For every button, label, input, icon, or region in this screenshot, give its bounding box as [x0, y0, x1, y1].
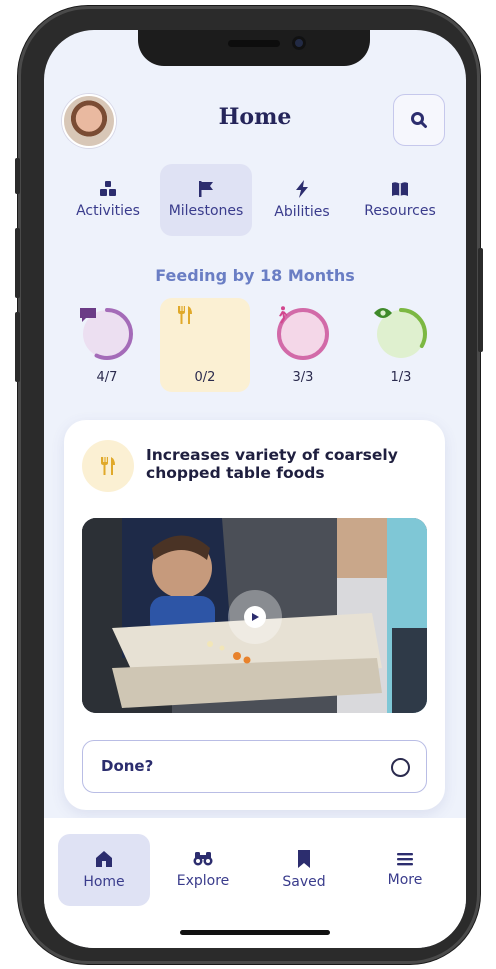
- nav-saved[interactable]: Saved: [258, 834, 350, 906]
- activities-icon: [100, 181, 116, 196]
- tab-milestones[interactable]: Milestones: [160, 164, 252, 236]
- progress-count: 3/3: [292, 370, 314, 385]
- tab-label: Abilities: [274, 204, 330, 220]
- tab-label: Milestones: [168, 203, 244, 219]
- search-button[interactable]: [393, 94, 445, 146]
- phone-side-button: [15, 312, 20, 382]
- front-camera: [292, 36, 306, 50]
- menu-icon: [397, 853, 413, 866]
- progress-count: 4/7: [96, 370, 118, 385]
- progress-count: 1/3: [390, 370, 412, 385]
- page-title: Home: [218, 104, 292, 130]
- nav-explore[interactable]: Explore: [157, 834, 249, 906]
- search-icon: [411, 112, 427, 128]
- phone-notch: [138, 30, 370, 66]
- tab-activities[interactable]: Activities: [62, 164, 154, 236]
- feeding-badge: [82, 440, 134, 492]
- speech-bubble-icon: [80, 308, 96, 322]
- section-title: Feeding by 18 Months: [155, 266, 355, 285]
- home-icon: [96, 851, 112, 867]
- nav-home[interactable]: Home: [58, 834, 150, 906]
- tab-label: Activities: [76, 203, 140, 219]
- tab-label: Resources: [364, 203, 436, 219]
- progress-vision[interactable]: 1/3: [356, 298, 446, 392]
- avatar[interactable]: [62, 94, 116, 148]
- play-icon: [252, 613, 259, 621]
- speaker-grille: [228, 40, 280, 47]
- binoculars-icon: [193, 852, 213, 866]
- nav-label: Saved: [282, 874, 326, 890]
- milestone-card: Increases variety of coarsely chopped ta…: [64, 420, 445, 810]
- progress-feeding[interactable]: 0/2: [160, 298, 250, 392]
- bookmark-icon: [298, 850, 310, 868]
- phone-side-button: [15, 158, 20, 194]
- tab-resources[interactable]: Resources: [354, 164, 446, 236]
- lightning-icon: [296, 180, 308, 198]
- nav-more[interactable]: More: [359, 834, 451, 906]
- done-circle-icon[interactable]: [391, 758, 410, 777]
- home-indicator: [180, 930, 330, 935]
- done-checkbox-row[interactable]: Done?: [82, 740, 427, 793]
- nav-label: Home: [83, 874, 125, 890]
- video-player[interactable]: [82, 518, 427, 713]
- progress-count: 0/2: [194, 370, 216, 385]
- utensils-icon: [178, 306, 192, 324]
- progress-movement[interactable]: 3/3: [258, 298, 348, 392]
- utensils-icon: [101, 457, 115, 475]
- phone-side-button: [15, 228, 20, 298]
- tab-abilities[interactable]: Abilities: [256, 164, 348, 236]
- play-button[interactable]: [228, 590, 282, 644]
- walking-person-icon: [279, 306, 288, 324]
- bottom-navigation: Home Explore Saved More: [44, 818, 466, 948]
- milestone-title: Increases variety of coarsely chopped ta…: [146, 446, 398, 482]
- done-label: Done?: [101, 757, 154, 775]
- nav-label: Explore: [176, 873, 230, 889]
- book-icon: [392, 182, 408, 196]
- nav-label: More: [387, 872, 423, 888]
- flag-icon: [199, 181, 213, 197]
- phone-side-button: [478, 248, 483, 352]
- eye-icon: [374, 308, 392, 318]
- progress-communication[interactable]: 4/7: [62, 298, 152, 392]
